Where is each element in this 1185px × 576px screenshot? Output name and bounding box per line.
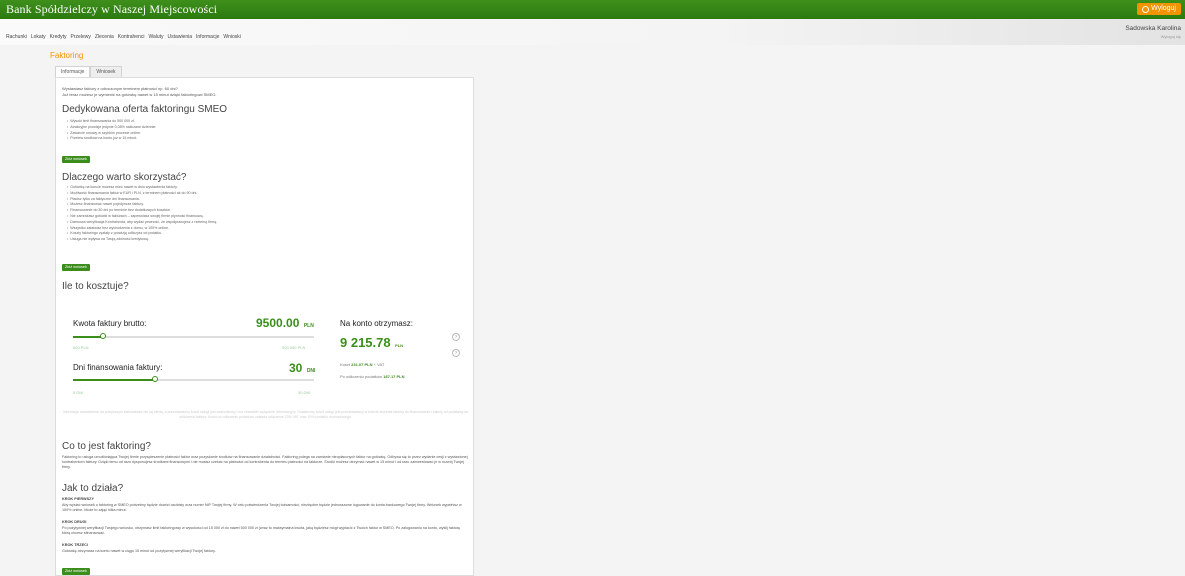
- amount-min-label: 500 PLN: [73, 345, 89, 350]
- days-min-label: 5 DNI: [73, 390, 84, 395]
- step-3-title: KROK TRZECI: [62, 543, 88, 547]
- amount-unit: PLN: [303, 323, 314, 329]
- amount-max-label: 500 000 PLN: [282, 345, 306, 350]
- cost-label: Koszt: [340, 362, 351, 367]
- receive-unit: PLN: [395, 343, 404, 348]
- cost-value: 231.07 PLN: [351, 362, 373, 367]
- days-label: Dni finansowania faktury:: [73, 363, 163, 372]
- amount-value: 9500.00: [256, 316, 300, 330]
- step-1-title: KROK PIERWSZY: [62, 497, 94, 501]
- power-icon: [1142, 5, 1150, 13]
- step-3-text: Gotówkę otrzymasz na konto nawet w ciągu…: [62, 549, 216, 553]
- menu-item-ustawienia[interactable]: Ustawienia: [168, 34, 192, 40]
- step-2-title: KROK DRUGI: [62, 520, 87, 524]
- menu-item-przelewy[interactable]: Przelewy: [71, 34, 91, 40]
- why-title: Dlaczego warto skorzystać?: [62, 172, 187, 183]
- content-card: Wystawiasz faktury z odroczonym terminem…: [55, 77, 474, 576]
- menu-item-waluty[interactable]: Waluty: [148, 34, 163, 40]
- amount-label: Kwota faktury brutto:: [73, 319, 147, 328]
- top-bar: Bank Spółdzielczy w Naszej Miejscowości …: [0, 0, 1185, 19]
- main-menu: Rachunki Lokaty Kredyty Przelewy Zleceni…: [6, 34, 241, 40]
- cost-title: Ile to kosztuje?: [62, 281, 129, 292]
- apply-button-3[interactable]: Złóż wniosek: [62, 568, 90, 575]
- receive-value: 9 215.78: [340, 335, 391, 350]
- list-item: Usługa nie wpływa na Twoją zdolność kred…: [67, 237, 217, 243]
- list-item: Nie zamrażasz gotówki w fakturach – zape…: [67, 214, 217, 220]
- header: Rachunki Lokaty Kredyty Przelewy Zleceni…: [0, 19, 1185, 45]
- menu-item-kredyty[interactable]: Kredyty: [50, 34, 67, 40]
- menu-item-lokaty[interactable]: Lokaty: [31, 34, 46, 40]
- offer-list: Wysoki limit finansowania do 500 000 zł.…: [67, 119, 156, 142]
- tax-label: Po odliczeniu podatków: [340, 374, 383, 379]
- receive-label: Na konto otrzymasz:: [340, 319, 413, 328]
- list-item: Atrakcyjne prowizje jedynie 0,08% nalicz…: [67, 125, 156, 131]
- step-1-text: Aby wysłać wniosek o faktoring w SMEO po…: [62, 503, 462, 512]
- menu-item-kontrahenci[interactable]: Kontrahenci: [118, 34, 145, 40]
- step-2-text: Po pozytywnej weryfikacji Twojego wniosk…: [62, 526, 461, 535]
- apply-button-1[interactable]: Złóż wniosek: [62, 156, 90, 163]
- days-max-label: 30 DNI: [298, 390, 311, 395]
- tax-value: 187.17 PLN: [383, 374, 405, 379]
- days-slider-handle[interactable]: [151, 376, 158, 382]
- logout-label: Wyloguj: [1151, 5, 1176, 12]
- question-icon[interactable]: ?: [452, 349, 460, 357]
- logout-button[interactable]: Wyloguj: [1137, 3, 1181, 15]
- how-title: Jak to działa?: [62, 483, 124, 494]
- menu-item-wnioski[interactable]: Wnioski: [223, 34, 241, 40]
- what-text: Faktoring to usługa umożliwiająca Twojej…: [62, 455, 468, 469]
- why-list: Gotówkę na koncie możesz mieć nawet w dn…: [67, 185, 217, 243]
- days-slider-fill: [73, 379, 155, 381]
- question-icon[interactable]: ?: [452, 333, 460, 341]
- what-title: Co to jest faktoring?: [62, 441, 151, 452]
- user-sub-link[interactable]: Wyloguj się: [1125, 34, 1181, 39]
- days-value: 30: [289, 361, 303, 375]
- user-info: Sadowska Karolina Wyloguj się: [1125, 25, 1181, 39]
- list-item: Przelew środków na konto już w 15 minut.: [67, 136, 156, 142]
- list-item: Darmowa weryfikacja Kontrahenta, aby wyd…: [67, 220, 217, 226]
- amount-slider-track[interactable]: [73, 336, 314, 338]
- bank-name: Bank Spółdzielczy w Naszej Miejscowości: [6, 2, 218, 16]
- user-name: Sadowska Karolina: [1125, 25, 1181, 32]
- amount-slider-fill: [73, 336, 103, 338]
- days-unit: DNI: [306, 368, 316, 374]
- list-item: Możliwość finansowania faktur w EUR i PL…: [67, 191, 217, 197]
- cost-suffix: + VAT: [373, 362, 385, 367]
- menu-item-informacje[interactable]: Informacje: [196, 34, 219, 40]
- apply-button-2[interactable]: Złóż wniosek: [62, 264, 90, 271]
- menu-item-zlecenia[interactable]: Zlecenia: [95, 34, 114, 40]
- offer-title: Dedykowana oferta faktoringu SMEO: [62, 104, 228, 115]
- amount-slider-handle[interactable]: [100, 333, 106, 339]
- calculator-disclaimer: Informacje wyświetlane na powyższym kalk…: [62, 410, 469, 419]
- page-title: Faktoring: [50, 51, 84, 60]
- intro-line-2: Już teraz możesz je wymienić na gotówkę …: [62, 91, 217, 97]
- menu-item-rachunki[interactable]: Rachunki: [6, 34, 27, 40]
